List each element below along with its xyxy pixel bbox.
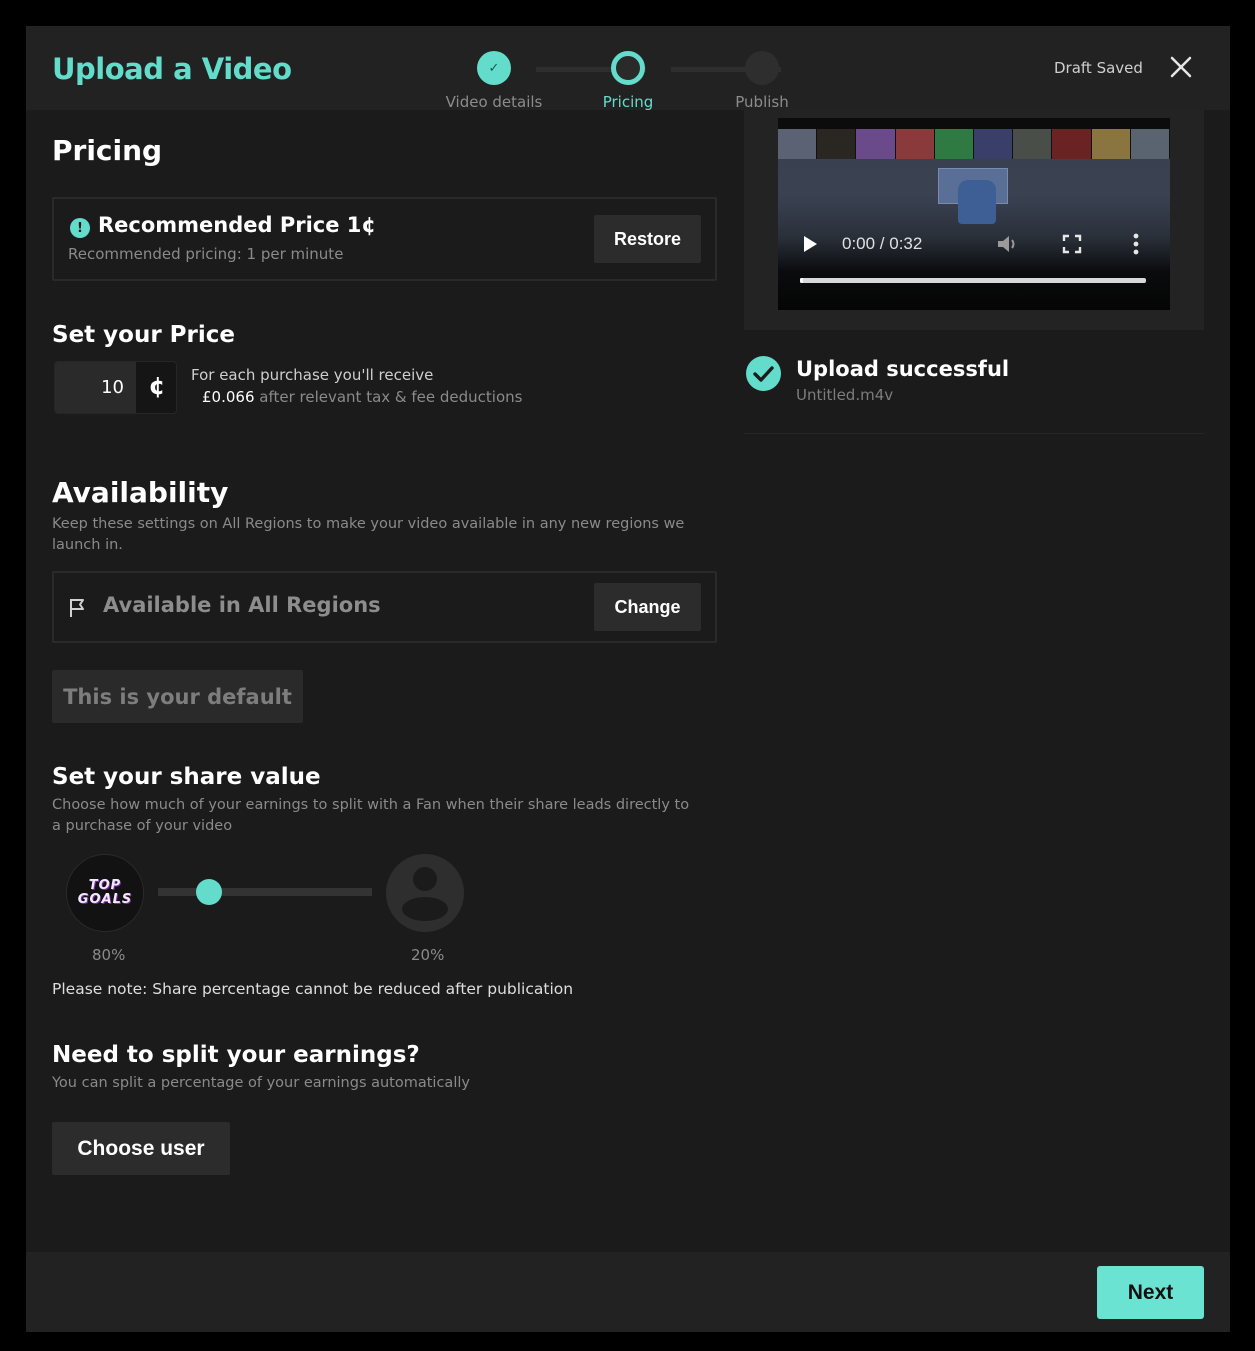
share-value-heading: Set your share value [52, 764, 321, 790]
video-time: 0:00 / 0:32 [842, 234, 923, 253]
pricing-heading: Pricing [52, 134, 163, 167]
video-progress-bar[interactable] [800, 278, 1146, 283]
default-indicator-button: This is your default [52, 670, 303, 723]
cents-icon: ¢ [148, 372, 166, 400]
volume-icon[interactable] [996, 233, 1020, 255]
video-controls: 0:00 / 0:32 [778, 230, 1170, 260]
split-earnings-description: You can split a percentage of your earni… [52, 1075, 470, 1091]
video-thumbnail [1013, 129, 1053, 159]
creator-share-percent: 80% [92, 946, 126, 964]
video-preview-panel: 0:00 / 0:32 [744, 110, 1204, 330]
fullscreen-icon[interactable] [1062, 234, 1082, 254]
share-note: Please note: Share percentage cannot be … [52, 980, 574, 998]
video-thumbnail [1052, 129, 1092, 159]
modal-header: Upload a Video ✓ Video details Pricing P… [26, 26, 1230, 111]
info-icon: ! [70, 218, 90, 238]
recommended-price-card: ! Recommended Price 1¢ Recommended prici… [52, 197, 717, 281]
receive-suffix: after relevant tax & fee deductions [254, 388, 523, 406]
next-button[interactable]: Next [1097, 1266, 1204, 1319]
video-thumbnail [1091, 129, 1131, 159]
fan-avatar-icon [386, 854, 464, 932]
flag-icon [70, 599, 84, 617]
modal-title: Upload a Video [52, 52, 292, 86]
video-frame-topbar [778, 118, 1170, 129]
availability-heading: Availability [52, 476, 229, 509]
video-thumbnail [895, 129, 935, 159]
video-progress-fill [800, 278, 804, 283]
price-input[interactable] [55, 362, 136, 413]
availability-card: Available in All Regions Change [52, 571, 717, 643]
set-price-heading: Set your Price [52, 322, 236, 348]
change-availability-button[interactable]: Change [594, 583, 701, 631]
availability-description: Keep these settings on All Regions to ma… [52, 516, 685, 553]
check-circle-icon [746, 356, 781, 391]
step-label-publish[interactable]: Publish [735, 93, 788, 111]
step-pricing-indicator[interactable] [611, 51, 645, 85]
recommended-price-subtitle: Recommended pricing: 1 per minute [68, 245, 344, 263]
play-icon[interactable] [804, 236, 817, 252]
upload-status: Upload successful Untitled.m4v [744, 336, 1204, 434]
video-thumbnail [974, 129, 1014, 159]
video-thumbnail [1130, 129, 1170, 159]
availability-label: Available in All Regions [103, 593, 381, 617]
close-icon[interactable] [1168, 54, 1194, 80]
fan-share-percent: 20% [411, 946, 445, 964]
creator-avatar: TOP GOALS [66, 854, 144, 932]
step-label-video-details[interactable]: Video details [446, 93, 543, 111]
creator-logo-line2: GOALS [77, 892, 133, 907]
upload-video-modal: Upload a Video ✓ Video details Pricing P… [26, 26, 1230, 1332]
split-earnings-heading: Need to split your earnings? [52, 1042, 420, 1068]
step-label-pricing[interactable]: Pricing [603, 93, 654, 111]
receive-amount: £0.066 [202, 388, 255, 406]
restore-button[interactable]: Restore [594, 215, 701, 263]
share-slider[interactable] [158, 879, 372, 905]
video-thumbnail [778, 129, 818, 159]
creator-logo-line1: TOP [88, 878, 122, 893]
receive-amount-line: £0.066 after relevant tax & fee deductio… [202, 388, 522, 406]
video-thumbnail [934, 129, 975, 159]
receive-text: For each purchase you'll receive [191, 366, 434, 384]
price-field: ¢ [54, 361, 177, 414]
video-thumbnail [856, 129, 896, 159]
recommended-price-title: Recommended Price 1¢ [98, 213, 377, 237]
progress-stepper: ✓ Video details Pricing Publish [426, 38, 826, 111]
more-options-icon[interactable] [1132, 233, 1140, 255]
modal-footer: Next [26, 1252, 1230, 1332]
choose-user-button[interactable]: Choose user [52, 1122, 230, 1175]
video-frame-player [958, 180, 996, 224]
video-thumbnail [817, 129, 857, 159]
upload-status-title: Upload successful [796, 357, 1010, 381]
share-value-description: Choose how much of your earnings to spli… [52, 797, 690, 834]
share-slider-thumb[interactable] [196, 879, 223, 905]
step-video-details-check-icon[interactable]: ✓ [477, 51, 511, 85]
upload-filename: Untitled.m4v [796, 386, 894, 404]
step-publish-indicator[interactable] [745, 51, 779, 85]
draft-status: Draft Saved [1054, 59, 1143, 77]
video-frame-thumbnails [778, 129, 1170, 159]
video-player[interactable]: 0:00 / 0:32 [778, 118, 1170, 310]
